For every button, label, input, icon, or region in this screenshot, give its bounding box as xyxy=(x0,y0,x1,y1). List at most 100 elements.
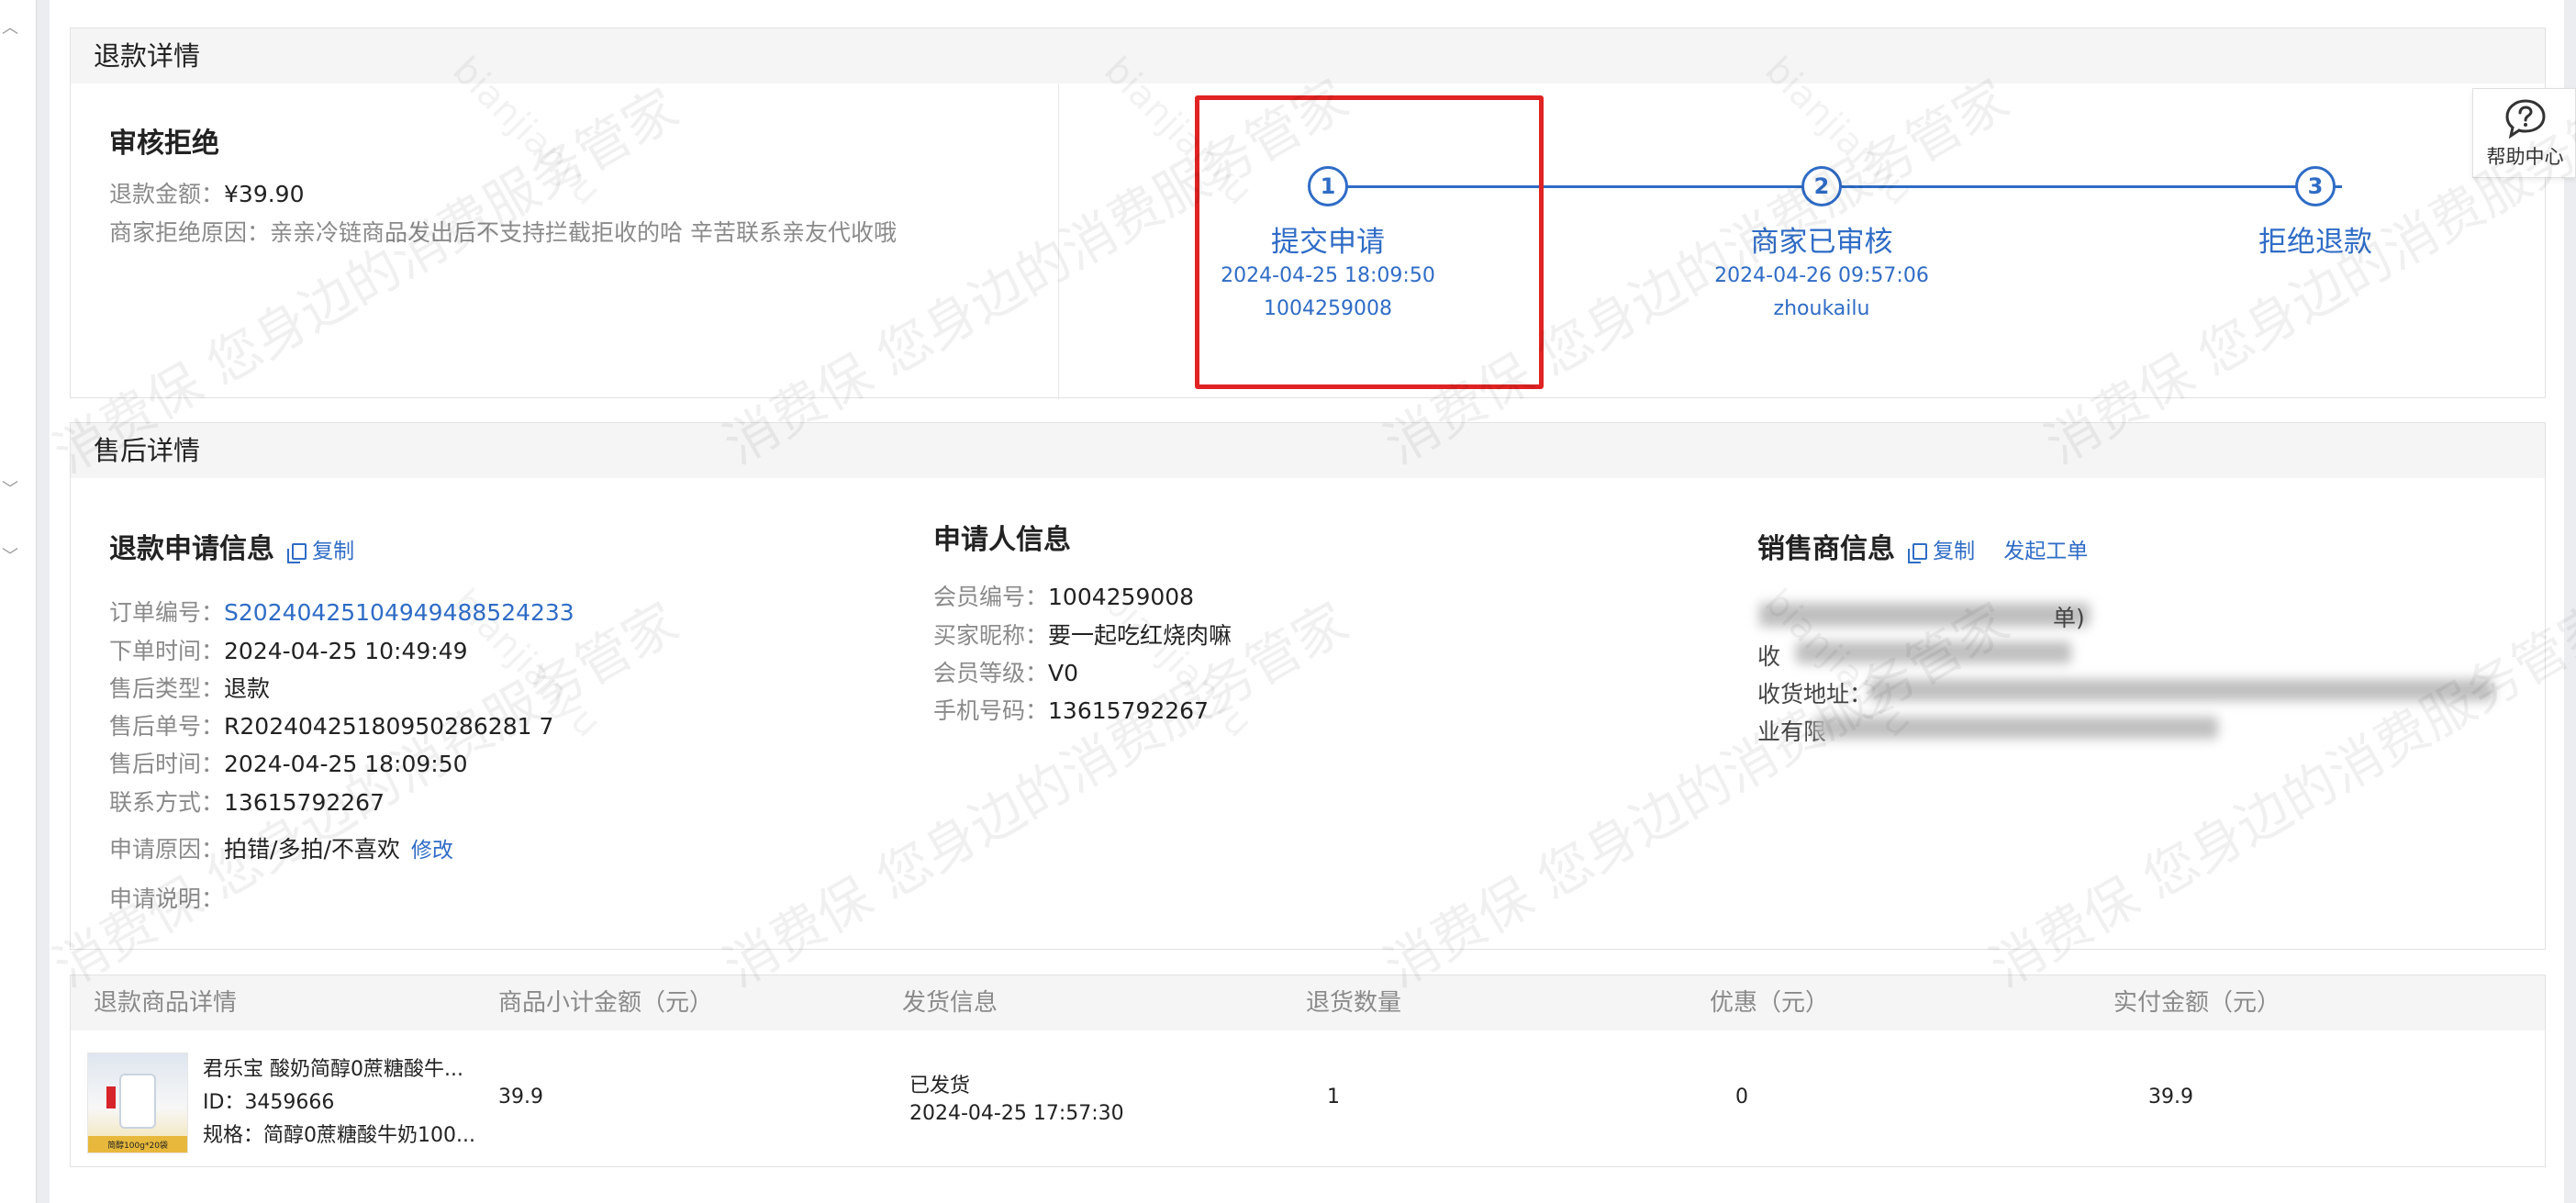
column-header: 实付金额（元） xyxy=(2113,989,2281,1017)
seller-fragment: 收 xyxy=(1757,643,1781,670)
order-number-row: 订单编号：S20240425104949488524233 xyxy=(109,595,574,628)
refund-info-title: 退款申请信息 xyxy=(109,533,274,565)
reason-row: 申请原因：拍错/多拍/不喜欢 修改 xyxy=(109,831,453,864)
column-header: 优惠（元） xyxy=(1710,989,1830,1017)
reject-reason: 商家拒绝原因：亲亲冷链商品发出后不支持拦截拒收的哈 辛苦联系亲友代收哦 xyxy=(109,215,897,248)
row-value: 1004259008 xyxy=(1048,584,1195,610)
refund-amount: 退款金额：¥39.90 xyxy=(109,176,305,209)
member-id-row: 会员编号：1004259008 xyxy=(933,579,1194,612)
product-id-label: ID： xyxy=(203,1091,245,1114)
shipping-time: 2024-04-25 17:57:30 xyxy=(909,1102,1124,1125)
seller-info-title: 销售商信息 xyxy=(1757,533,1895,565)
step-2-time: 2024-04-26 09:57:06 xyxy=(1714,264,1929,287)
phone-row: 手机号码：13615792267 xyxy=(933,693,1209,726)
question-bubble-icon xyxy=(2505,99,2546,139)
left-rail: ︿ ﹀ ﹀ xyxy=(0,0,37,1203)
refund-status: 审核拒绝 xyxy=(109,128,219,160)
row-label: 会员等级： xyxy=(933,660,1049,686)
member-level-row: 会员等级：V0 xyxy=(933,655,1078,688)
row-label: 售后时间： xyxy=(109,751,225,777)
refund-info-copy[interactable]: 复制 xyxy=(287,540,355,563)
row-value: 2024-04-25 18:09:50 xyxy=(224,751,468,777)
step-2-circle: 2 xyxy=(1801,166,1842,206)
row-label: 申请说明： xyxy=(109,886,225,912)
row-label: 售后单号： xyxy=(109,713,225,740)
step-2-actor: zhoukailu xyxy=(1773,297,1870,320)
redacted-receiver xyxy=(1796,641,2071,663)
step-2-title: 商家已审核 xyxy=(1750,226,1893,259)
aftersale-details-section: 售后详情 退款申请信息 复制 订单编号：S2024042510494948852… xyxy=(70,422,2546,950)
description-row: 申请说明： xyxy=(109,881,224,914)
product-image xyxy=(119,1074,156,1129)
shipping-status-link[interactable]: 已发货 xyxy=(909,1069,970,1098)
seller-info-header: 销售商信息 复制 发起工单 xyxy=(1757,526,2088,566)
row-label: 联系方式： xyxy=(109,789,225,816)
row-value: 13615792267 xyxy=(224,789,385,816)
copy-icon xyxy=(1908,543,1928,563)
copy-label: 复制 xyxy=(1933,540,1976,563)
copy-icon xyxy=(287,543,307,563)
chevron-down-icon[interactable]: ﹀ xyxy=(2,482,18,498)
row-value: 拍错/多拍/不喜欢 xyxy=(224,836,400,863)
discount-cell: 0 xyxy=(1735,1086,1748,1108)
buyer-nickname-row: 买家昵称：要一起吃红烧肉嘛 xyxy=(933,618,1232,651)
row-value: 2024-04-25 10:49:49 xyxy=(224,638,468,664)
product-id: ID：3459666 xyxy=(203,1086,334,1115)
column-header: 退款商品详情 xyxy=(94,989,238,1017)
redacted-address xyxy=(1869,679,2493,701)
row-label: 下单时间： xyxy=(109,638,225,664)
section-title: 售后详情 xyxy=(71,423,2545,478)
paid-amount-cell: 39.9 xyxy=(2148,1086,2193,1108)
row-value: 要一起吃红烧肉嘛 xyxy=(1048,622,1232,649)
main-content: 退款详情 审核拒绝 退款金额：¥39.90 商家拒绝原因：亲亲冷链商品发出后不支… xyxy=(50,0,2564,1203)
order-time-row: 下单时间：2024-04-25 10:49:49 xyxy=(109,633,468,666)
edit-reason-link[interactable]: 修改 xyxy=(411,839,453,863)
refund-info-header: 退款申请信息 复制 xyxy=(109,526,354,566)
order-number-link[interactable]: S20240425104949488524233 xyxy=(224,599,574,626)
seller-fragment: 收货地址： xyxy=(1757,681,1873,707)
reject-reason-value: 亲亲冷链商品发出后不支持拦截拒收的哈 辛苦联系亲友代收哦 xyxy=(270,219,897,246)
highlight-box xyxy=(1195,95,1544,389)
help-center-label: 帮助中心 xyxy=(2486,146,2564,168)
seller-fragment: 单) xyxy=(2053,605,2085,631)
product-spec-label: 规格： xyxy=(203,1124,264,1147)
section-title: 退款详情 xyxy=(71,28,2545,84)
row-value: R20240425180950286281 7 xyxy=(224,713,554,740)
row-label: 会员编号： xyxy=(933,584,1049,610)
row-label: 售后类型： xyxy=(109,675,225,702)
row-label: 订单编号： xyxy=(109,599,225,626)
refund-goods-table: 退款商品详情 商品小计金额（元） 发货信息 退货数量 优惠（元） 实付金额（元）… xyxy=(70,975,2546,1167)
quantity-cell: 1 xyxy=(1327,1086,1340,1108)
contact-row: 联系方式：13615792267 xyxy=(109,785,385,818)
product-id-value: 3459666 xyxy=(244,1091,335,1114)
product-thumbnail[interactable]: 简醇100g*20袋 xyxy=(87,1053,188,1153)
column-header: 退货数量 xyxy=(1306,989,1402,1017)
chevron-down-icon[interactable]: ﹀ xyxy=(2,549,18,565)
aftersale-number-row: 售后单号：R20240425180950286281 7 xyxy=(109,708,553,741)
product-spec-value: 简醇0蔗糖酸牛奶100... xyxy=(263,1124,475,1147)
product-image-accent xyxy=(106,1086,116,1108)
redacted-seller-name xyxy=(1759,603,2090,627)
subtotal-cell: 39.9 xyxy=(498,1086,543,1108)
aftersale-type-row: 售后类型：退款 xyxy=(109,671,270,704)
create-ticket-link[interactable]: 发起工单 xyxy=(2003,540,2088,563)
step-3-title: 拒绝退款 xyxy=(2258,226,2372,259)
row-label: 买家昵称： xyxy=(933,622,1049,649)
row-value: 13615792267 xyxy=(1048,697,1209,724)
step-3-circle: 3 xyxy=(2295,166,2336,206)
seller-info-copy[interactable]: 复制 xyxy=(1908,540,1976,563)
product-thumbnail-caption: 简醇100g*20袋 xyxy=(107,1142,168,1151)
row-value: 退款 xyxy=(224,675,271,702)
product-name[interactable]: 君乐宝 酸奶简醇0蔗糖酸牛... xyxy=(203,1053,463,1082)
row-label: 申请原因： xyxy=(109,836,225,863)
chevron-up-icon[interactable]: ︿ xyxy=(2,20,18,37)
refund-amount-label: 退款金额： xyxy=(109,181,225,207)
row-value: V0 xyxy=(1048,660,1079,686)
applicant-info-title: 申请人信息 xyxy=(933,524,1071,556)
refund-amount-value: ¥39.90 xyxy=(224,181,305,207)
row-label: 手机号码： xyxy=(933,697,1049,724)
product-spec: 规格：简醇0蔗糖酸牛奶100... xyxy=(203,1119,475,1148)
help-center-button[interactable]: 帮助中心 xyxy=(2472,88,2576,178)
copy-label: 复制 xyxy=(312,540,355,563)
reject-reason-label: 商家拒绝原因： xyxy=(109,219,271,246)
